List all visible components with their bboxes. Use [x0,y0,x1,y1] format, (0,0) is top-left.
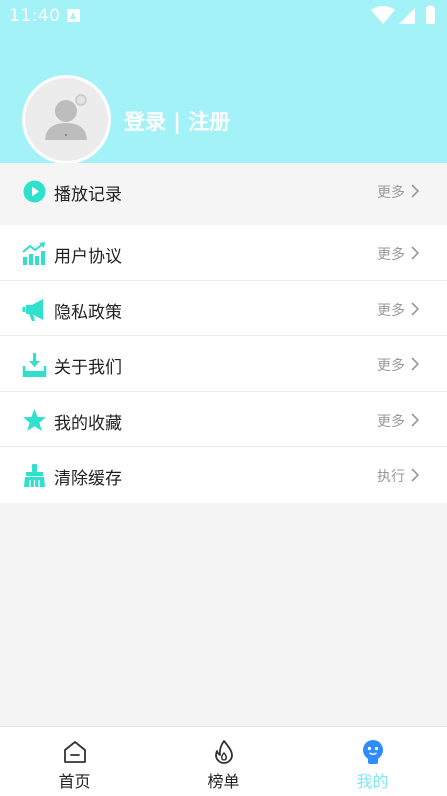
chevron-right-icon [411,357,420,371]
menu-row-about-us[interactable]: 关于我们 更多 [0,336,447,392]
status-bar: 11:40 [0,0,447,34]
bottom-tab-bar: 首页 榜单 我的 [0,726,447,796]
menu-row-play-history[interactable]: 播放记录 更多 [0,163,447,219]
tab-mine[interactable]: 我的 [298,727,447,796]
menu-label: 播放记录 [54,185,122,205]
avatar[interactable] [22,75,111,164]
more-text: 更多 [377,247,405,263]
menu-row-favorites[interactable]: 我的收藏 更多 [0,392,447,447]
menu-label: 隐私政策 [54,302,122,323]
tab-label: 首页 [58,772,91,791]
chevron-right-icon [411,412,420,427]
broom-icon [24,464,45,487]
profile-header: 11:40 登录 | 注册 [0,0,447,164]
default-user-icon [45,94,87,140]
tab-ranking[interactable]: 榜单 [149,727,298,796]
chevron-right-icon [411,184,420,198]
chart-icon [22,242,45,265]
battery-icon [426,7,435,24]
execute-text: 执行 [377,469,405,485]
menu-label: 用户协议 [54,247,122,267]
tab-home[interactable]: 首页 [0,727,149,796]
download-icon [22,353,47,377]
fire-icon [215,740,233,764]
chevron-right-icon [411,468,420,482]
chevron-right-icon [411,301,420,316]
notification-icon [67,9,80,22]
home-icon [64,741,86,763]
play-icon [23,180,46,203]
menu-row-privacy-policy[interactable]: 隐私政策 更多 [0,281,447,336]
menu-row-clear-cache[interactable]: 清除缓存 执行 [0,447,447,503]
chevron-right-icon [411,246,420,260]
settings-group: 用户协议 更多 隐私政策 更多 关于我们 更多 我的收藏 更多 清除缓存 执行 [0,225,447,503]
menu-label: 关于我们 [54,358,122,378]
tab-label: 我的 [356,772,389,791]
menu-label: 清除缓存 [54,469,122,489]
tab-label: 榜单 [207,772,240,791]
profile-icon [363,740,383,764]
star-icon [23,408,46,431]
status-icons [371,5,435,24]
status-time: 11:40 [9,6,61,26]
login-register-link[interactable]: 登录 | 注册 [124,106,230,136]
history-group: 播放记录 更多 [0,163,447,219]
menu-row-user-agreement[interactable]: 用户协议 更多 [0,225,447,281]
wifi-icon [371,6,395,24]
signal-icon [399,8,415,24]
menu-label: 我的收藏 [54,413,122,434]
more-text: 更多 [377,185,405,201]
megaphone-icon [22,298,43,321]
more-text: 更多 [377,413,405,430]
more-text: 更多 [377,302,405,319]
more-text: 更多 [377,358,405,374]
